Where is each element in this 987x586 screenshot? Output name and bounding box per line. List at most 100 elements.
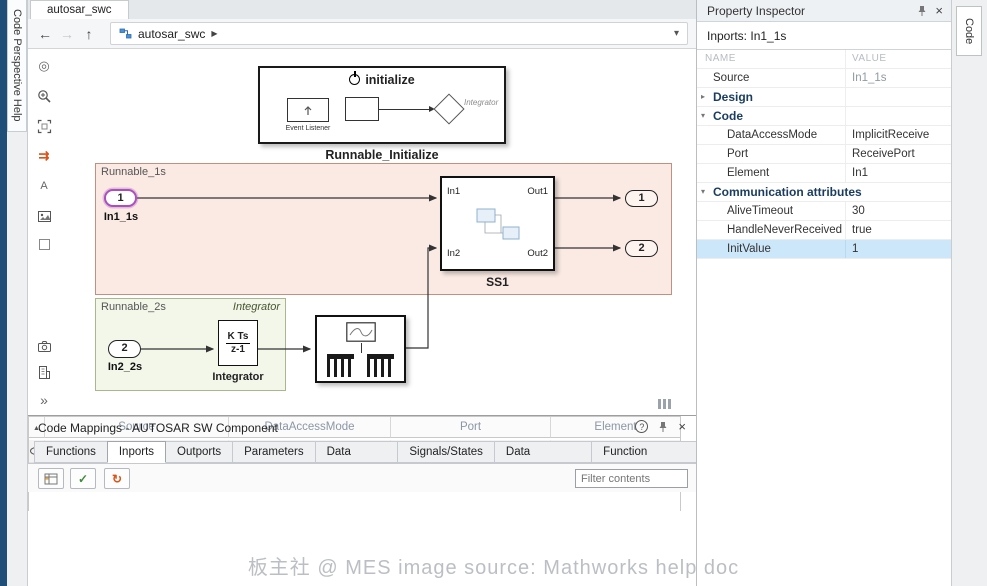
group-row-code[interactable]: ▾ Code <box>697 107 951 126</box>
expand-palette-button[interactable]: » <box>32 389 56 411</box>
tab-outports[interactable]: Outports <box>165 441 233 463</box>
mapping-editor-button[interactable] <box>38 468 64 489</box>
property-row-handleneverreceived[interactable]: HandleNeverReceived true <box>697 221 951 240</box>
integrator-block[interactable]: K Ts z-1 <box>218 320 258 366</box>
chevron-right-icon[interactable]: ▸ <box>701 88 711 106</box>
area-button[interactable] <box>32 233 56 255</box>
runnable-1s-label: Runnable_1s <box>101 166 166 178</box>
outport-1-block[interactable]: 1 <box>625 190 658 207</box>
forward-icon: → <box>60 26 74 42</box>
inspector-context-bar: Inports: In1_1s <box>697 22 951 50</box>
up-icon: ↑ <box>86 26 93 42</box>
property-inspector-panel: Property Inspector × Inports: In1_1s NAM… <box>696 0 951 586</box>
navigation-toolbar: ← → ↑ autosar_swc ▶ ▾ <box>28 19 696 49</box>
group-row-communication-attributes[interactable]: ▾ Communication attributes <box>697 183 951 202</box>
property-row-alivetimeout[interactable]: AliveTimeout 30 <box>697 202 951 221</box>
close-inspector-button[interactable]: × <box>935 4 943 17</box>
inport-2-block[interactable]: 2 <box>108 340 141 358</box>
ss1-thumbnail <box>475 201 525 249</box>
pin-button[interactable] <box>658 421 668 433</box>
property-row-initvalue[interactable]: InitValue 1 <box>697 240 951 259</box>
property-grid-header: NAME VALUE <box>697 50 951 69</box>
double-chevron-icon: » <box>40 392 48 408</box>
update-code-button[interactable]: ↻ <box>104 468 130 489</box>
filter-input[interactable] <box>575 469 688 488</box>
tab-code[interactable]: Code <box>956 6 982 56</box>
breadcrumb-model-name[interactable]: autosar_swc <box>138 27 205 41</box>
canvas-scroll-grip[interactable] <box>658 399 671 409</box>
model-editor: ◎ ⇉ A » <box>28 49 696 415</box>
rate-subsystem-block[interactable] <box>315 315 406 383</box>
breadcrumb-dropdown-icon[interactable]: ▾ <box>674 28 679 39</box>
image-button[interactable] <box>32 205 56 227</box>
code-mappings-panel: Code Mappings - AUTOSAR SW Component ? ×… <box>28 415 696 586</box>
pin-button[interactable] <box>917 5 927 17</box>
code-mappings-title: Code Mappings - AUTOSAR SW Component <box>38 421 278 435</box>
runnable-initialize-block[interactable]: initialize Event Listener Integrator <box>258 66 506 144</box>
property-row-element[interactable]: Element In1 <box>697 164 951 183</box>
image-icon <box>37 209 52 224</box>
runnable-1s-region[interactable] <box>95 163 672 295</box>
inport-1-block[interactable]: 1 <box>104 189 137 207</box>
tab-functions[interactable]: Functions <box>34 441 108 463</box>
model-browser-button[interactable] <box>32 361 56 383</box>
help-icon: ? <box>639 422 644 432</box>
viewmark-icon: ◎ <box>38 58 49 74</box>
event-listener-block[interactable] <box>287 98 329 122</box>
integrator-fraction: K Ts z-1 <box>226 331 251 356</box>
viewmark-button[interactable]: ◎ <box>32 55 56 77</box>
chevron-down-icon[interactable]: ▾ <box>701 107 711 125</box>
code-mappings-toolbar: ✓ ↻ <box>28 463 696 492</box>
code-mappings-header: Code Mappings - AUTOSAR SW Component ? × <box>28 416 696 441</box>
thumbnail-connector <box>361 343 362 353</box>
group-row-design[interactable]: ▸ Design <box>697 88 951 107</box>
inport-1-label: In1_1s <box>96 211 146 223</box>
tab-code-perspective-help[interactable]: Code Perspective Help <box>7 0 27 132</box>
back-button[interactable]: ← <box>34 23 56 45</box>
inspector-context-label: Inports: In1_1s <box>707 29 786 43</box>
tab-code-label: Code <box>963 18 975 44</box>
integrator-label: Integrator <box>200 371 276 383</box>
tab-code-perspective-help-label: Code Perspective Help <box>11 9 23 122</box>
forward-button[interactable]: → <box>56 23 78 45</box>
screenshot-button[interactable] <box>32 335 56 357</box>
help-button[interactable]: ? <box>635 420 648 433</box>
property-row-port[interactable]: Port ReceivePort <box>697 145 951 164</box>
refresh-icon: ↻ <box>112 472 122 486</box>
annotation-button[interactable]: A <box>32 175 56 197</box>
code-mappings-tabs: Functions Inports Outports Parameters Da… <box>34 441 696 463</box>
editor-palette: ◎ ⇉ A » <box>28 49 60 415</box>
property-row-source[interactable]: Source In1_1s <box>697 69 951 88</box>
runnable-initialize-label: Runnable_Initialize <box>258 148 506 162</box>
check-icon: ✓ <box>78 472 88 486</box>
property-row-dataaccessmode[interactable]: DataAccessMode ImplicitReceive <box>697 126 951 145</box>
tab-signals-states[interactable]: Signals/States <box>397 441 495 463</box>
chevron-down-icon[interactable]: ▾ <box>701 183 711 201</box>
tab-function-callers[interactable]: Function Callers <box>591 441 697 463</box>
breadcrumb[interactable]: autosar_swc ▶ ▾ <box>110 22 688 45</box>
up-button[interactable]: ↑ <box>78 23 100 45</box>
breadcrumb-caret-icon[interactable]: ▶ <box>211 29 217 38</box>
tab-autosar-swc[interactable]: autosar_swc <box>30 0 129 19</box>
fit-to-view-button[interactable] <box>32 115 56 137</box>
init-switch-block[interactable] <box>433 93 464 124</box>
tab-data-stores[interactable]: Data Stores <box>315 441 399 463</box>
tab-parameters[interactable]: Parameters <box>232 441 315 463</box>
validate-button[interactable]: ✓ <box>70 468 96 489</box>
init-state-block[interactable] <box>345 97 379 121</box>
close-panel-button[interactable]: × <box>678 420 686 433</box>
zoom-in-button[interactable] <box>32 85 56 107</box>
outport-2-block[interactable]: 2 <box>625 240 658 257</box>
init-wire <box>379 109 429 110</box>
ss1-subsystem-block[interactable]: In1 In2 Out1 Out2 <box>440 176 555 271</box>
model-canvas[interactable]: initialize Event Listener Integrator Run… <box>60 49 696 415</box>
zoom-in-icon <box>37 89 52 104</box>
editor-column: autosar_swc ← → ↑ autosar_swc ▶ ▾ ◎ ⇉ A … <box>28 0 696 586</box>
route-highlight-button[interactable]: ⇉ <box>32 145 56 167</box>
tab-data-transfers[interactable]: Data Transfers <box>494 441 592 463</box>
property-grid: NAME VALUE Source In1_1s ▸ Design ▾ Code… <box>697 50 951 259</box>
document-tab-bar: autosar_swc <box>28 0 696 19</box>
tab-inports[interactable]: Inports <box>107 441 166 463</box>
property-inspector-title: Property Inspector <box>707 4 805 18</box>
runnable-2s-label: Runnable_2s <box>101 301 166 313</box>
